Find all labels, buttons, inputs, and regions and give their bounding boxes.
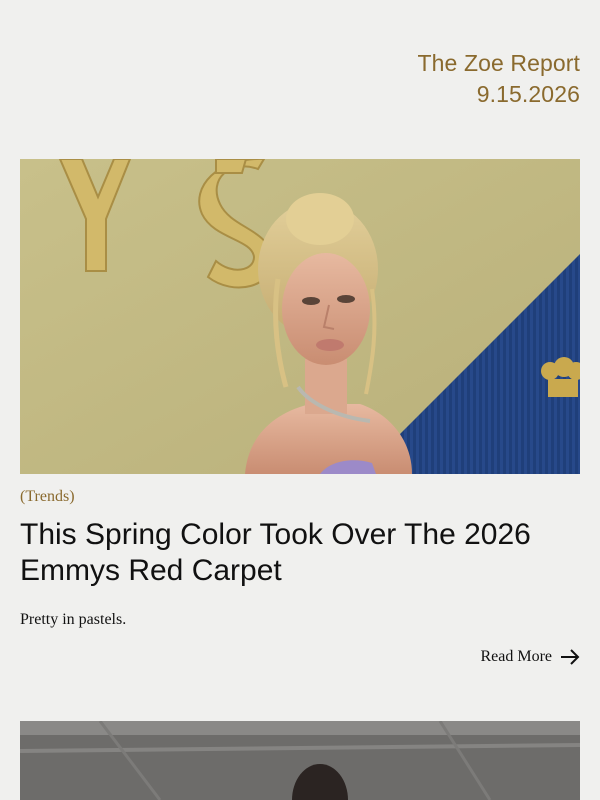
issue-date: 9.15.2026 bbox=[476, 81, 580, 107]
article-headline[interactable]: This Spring Color Took Over The 2026 Emm… bbox=[20, 517, 580, 589]
arrow-right-icon bbox=[560, 649, 580, 665]
article-dek: Pretty in pastels. bbox=[20, 611, 127, 628]
email-newsletter: The Zoe Report 9.15.2026 (Trends) This S… bbox=[0, 0, 600, 800]
article-hero-image[interactable] bbox=[20, 159, 580, 474]
read-more-label: Read More bbox=[480, 648, 552, 665]
brand-name[interactable]: The Zoe Report bbox=[418, 48, 580, 79]
article-category[interactable]: (Trends) bbox=[20, 488, 75, 506]
newsletter-header: The Zoe Report 9.15.2026 bbox=[418, 48, 580, 110]
read-more-link[interactable]: Read More bbox=[480, 648, 580, 666]
next-article-image[interactable] bbox=[20, 721, 580, 800]
